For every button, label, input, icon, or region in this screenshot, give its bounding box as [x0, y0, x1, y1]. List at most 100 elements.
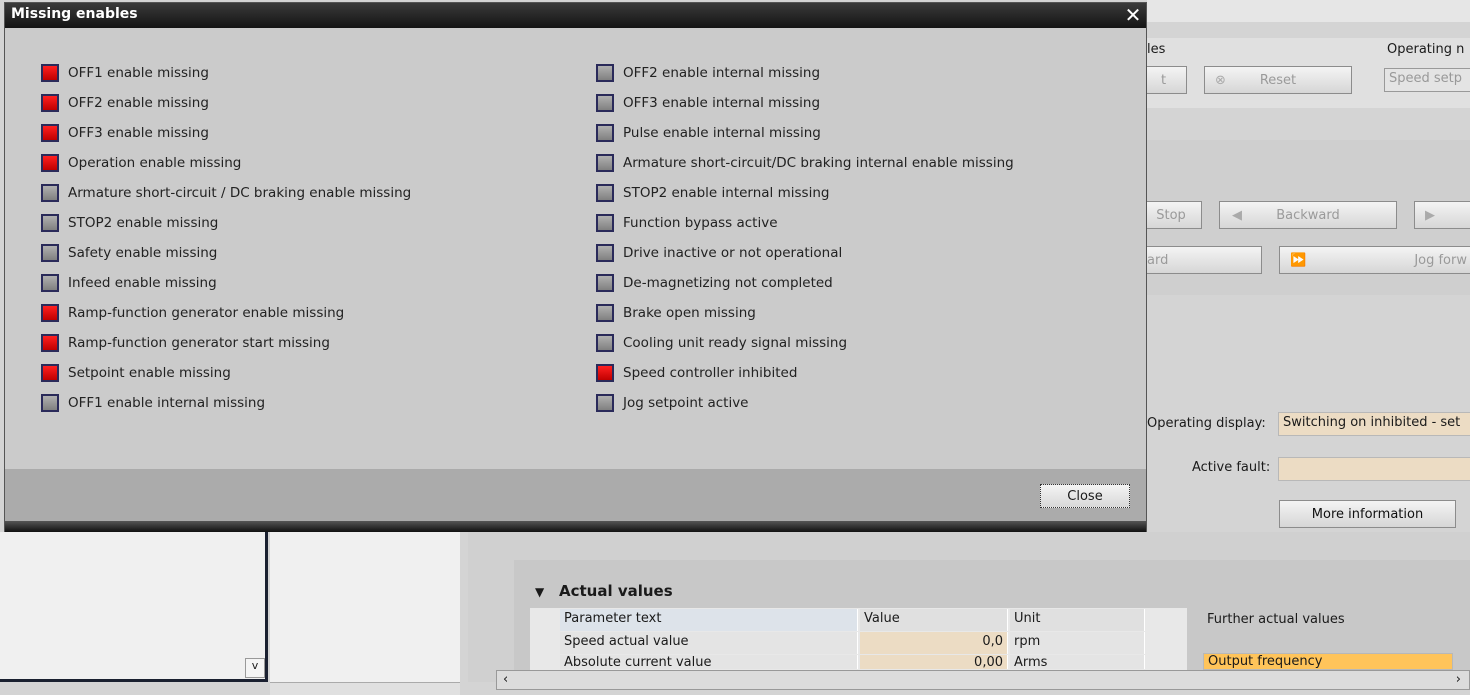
enable-status-label: OFF2 enable missing [68, 95, 209, 111]
table-cell-unit: rpm [1010, 632, 1145, 654]
enable-status-label: STOP2 enable internal missing [623, 185, 830, 201]
enable-status-label: Ramp-function generator start missing [68, 335, 330, 351]
status-led-gray-icon [41, 274, 59, 292]
enable-status-label: Drive inactive or not operational [623, 245, 843, 261]
middle-pane [270, 532, 460, 682]
enable-status-label: Armature short-circuit/DC braking intern… [623, 155, 1014, 171]
column-header-parameter-text[interactable]: Parameter text [560, 609, 858, 631]
dialog-title: Missing enables [11, 6, 138, 22]
enable-status-label: Cooling unit ready signal missing [623, 335, 848, 351]
jog-backward-button[interactable]: ard [1140, 246, 1262, 274]
status-led-gray-icon [596, 394, 614, 412]
further-select-value: Output frequency [1208, 654, 1323, 669]
enable-status-label: Operation enable missing [68, 155, 242, 171]
dialog-footer [5, 469, 1146, 521]
backward-arrow-icon: ◀ [1232, 207, 1242, 223]
column-header-value[interactable]: Value [860, 609, 1008, 631]
collapse-triangle-icon[interactable]: ▼ [535, 585, 544, 599]
status-led-gray-icon [596, 334, 614, 352]
enable-status-item: OFF3 enable missing [41, 123, 209, 143]
further-actual-values-label: Further actual values [1207, 612, 1345, 627]
scroll-down-button[interactable]: v [245, 658, 265, 678]
enable-status-label: Brake open missing [623, 305, 756, 321]
operating-display-field: Switching on inhibited - set [1278, 412, 1470, 436]
scroll-left-icon[interactable]: ‹ [503, 672, 508, 687]
close-button-label: Close [1067, 488, 1103, 504]
table-cell-unit: Arms [1010, 655, 1145, 669]
enable-status-label: OFF1 enable internal missing [68, 395, 266, 411]
enable-status-label: STOP2 enable missing [68, 215, 219, 231]
reset-label: Reset [1259, 72, 1297, 88]
forward-button[interactable]: ▶ [1414, 201, 1470, 229]
enable-status-item: Cooling unit ready signal missing [596, 333, 847, 353]
missing-enables-dialog: Missing enables ✕ OFF1 enable missing OFF… [4, 2, 1147, 532]
enable-status-item: Armature short-circuit / DC braking enab… [41, 183, 411, 203]
enable-status-label: OFF3 enable missing [68, 125, 209, 141]
backward-label: Backward [1276, 207, 1340, 223]
enable-status-label: OFF3 enable internal missing [623, 95, 821, 111]
active-fault-label: Active fault: [1192, 460, 1271, 475]
left-list-pane [0, 532, 268, 682]
operating-mode-select[interactable]: Speed setp [1384, 68, 1470, 92]
status-led-gray-icon [596, 124, 614, 142]
jog-forward-button[interactable]: ⏩ Jog forw [1279, 246, 1470, 274]
status-led-gray-icon [596, 214, 614, 232]
stop-button[interactable]: Stop [1140, 201, 1202, 229]
reset-button[interactable]: ⊗ Reset [1204, 66, 1352, 94]
close-icon[interactable]: ✕ [1122, 4, 1144, 26]
status-led-gray-icon [596, 154, 614, 172]
enable-status-label: OFF1 enable missing [68, 65, 209, 81]
enable-status-label: Infeed enable missing [68, 275, 217, 291]
further-actual-values-select[interactable]: Output frequency [1203, 653, 1453, 670]
status-led-gray-icon [41, 184, 59, 202]
enable-status-label: Function bypass active [623, 215, 778, 231]
close-button[interactable]: Close [1040, 484, 1130, 508]
reset-icon: ⊗ [1215, 72, 1226, 88]
fast-forward-icon: ⏩ [1290, 252, 1307, 268]
enable-status-label: Speed controller inhibited [623, 365, 798, 381]
backward-button[interactable]: ◀ Backward [1219, 201, 1397, 229]
status-led-red-icon [596, 364, 614, 382]
enable-status-label: OFF2 enable internal missing [623, 65, 821, 81]
enable-status-item: OFF1 enable missing [41, 63, 209, 83]
enable-status-item: STOP2 enable internal missing [596, 183, 829, 203]
status-led-gray-icon [596, 304, 614, 322]
jog-backward-label: ard [1147, 252, 1169, 268]
status-led-red-icon [41, 364, 59, 382]
enable-status-item: Brake open missing [596, 303, 756, 323]
enable-status-label: Ramp-function generator enable missing [68, 305, 345, 321]
enable-status-item: Ramp-function generator start missing [41, 333, 330, 353]
enable-status-item: Speed controller inhibited [596, 363, 797, 383]
enable-status-label: De-magnetizing not completed [623, 275, 833, 291]
column-header-unit[interactable]: Unit [1010, 609, 1145, 631]
enable-status-item: Ramp-function generator enable missing [41, 303, 344, 323]
enable-status-item: Safety enable missing [41, 243, 217, 263]
table-cell-value: 0,0 [860, 632, 1008, 654]
enable-status-item: Setpoint enable missing [41, 363, 231, 383]
enable-status-item: OFF1 enable internal missing [41, 393, 265, 413]
enable-status-item: OFF2 enable missing [41, 93, 209, 113]
status-led-gray-icon [596, 274, 614, 292]
operating-mode-value: Speed setp [1389, 71, 1463, 86]
enable-status-item: Jog setpoint active [596, 393, 749, 413]
middle-hscrollbar[interactable] [270, 682, 460, 695]
enable-status-item: Infeed enable missing [41, 273, 217, 293]
enable-status-item: OFF3 enable internal missing [596, 93, 820, 113]
status-led-red-icon [41, 304, 59, 322]
actual-values-title: Actual values [559, 582, 673, 600]
status-led-gray-icon [41, 214, 59, 232]
enable-status-label: Setpoint enable missing [68, 365, 231, 381]
enable-status-item: STOP2 enable missing [41, 213, 218, 233]
more-information-button[interactable]: More information [1279, 500, 1456, 528]
forward-arrow-icon: ▶ [1425, 207, 1435, 223]
operating-display-label: Operating display: [1147, 416, 1266, 431]
enable-status-item: Function bypass active [596, 213, 778, 233]
operating-mode-label: Operating n [1387, 42, 1465, 57]
table-cell-parameter: Speed actual value [560, 632, 858, 654]
status-led-red-icon [41, 154, 59, 172]
main-hscrollbar[interactable]: ‹ › [496, 670, 1470, 690]
scroll-right-icon[interactable]: › [1456, 672, 1461, 687]
operating-display-value: Switching on inhibited - set [1283, 415, 1461, 430]
ack-button[interactable]: t [1140, 66, 1187, 94]
status-led-red-icon [41, 64, 59, 82]
